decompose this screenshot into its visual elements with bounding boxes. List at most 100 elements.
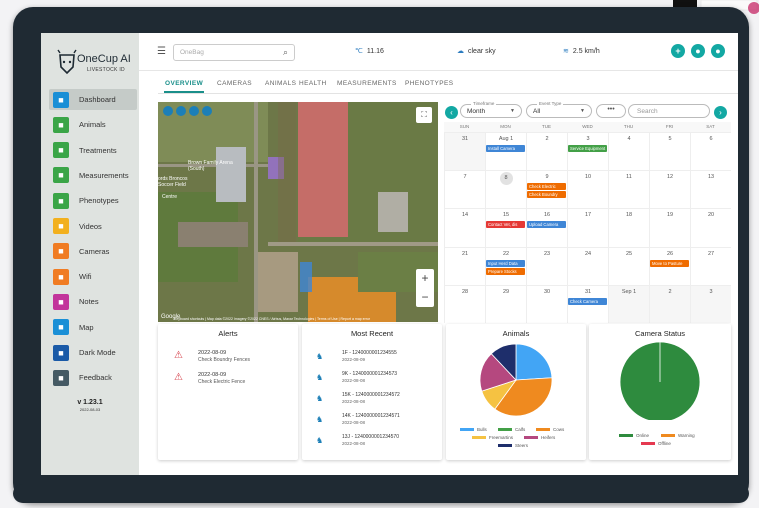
map-draw-button[interactable] [176,106,186,116]
alert-item[interactable]: ⚠ 2022-08-09 Check Boundry Fences [174,350,294,368]
account-button[interactable]: ● [711,44,725,58]
calendar-day-cell[interactable]: 30 [526,284,567,323]
calendar-day-number: Sep 1 [621,288,637,295]
calendar-day-cell[interactable]: 31 [444,132,485,171]
calendar-day-cell[interactable]: 7 [444,170,485,209]
notifications-button[interactable]: ● [691,44,705,58]
recent-animal-item[interactable]: ♞ 1F - 1240000001234555 2022-08-09 [316,350,436,370]
calendar-day-cell[interactable]: 14 [444,208,485,247]
calendar-event[interactable]: Contact Vet, dis [486,221,525,229]
sidebar-item-notes[interactable]: ■ Notes [49,291,137,312]
legend-item-calfs[interactable]: Calfs [498,427,525,432]
fullscreen-icon[interactable]: ⛶ [416,107,432,123]
sidebar-item-videos[interactable]: ■ Videos [49,216,137,237]
calendar-day-cell[interactable]: 10 [567,170,608,209]
tab-phenotypes[interactable]: PHENOTYPES [405,80,453,87]
calendar-day-cell[interactable]: 2 [649,284,690,323]
calendar-day-cell[interactable]: 6 [690,132,731,171]
calendar-event[interactable]: Prepare Stocks [486,267,525,275]
alert-item[interactable]: ⚠ 2022-08-09 Check Electric Fence [174,372,294,390]
calendar-day-cell[interactable]: Sep 1 [608,284,649,323]
calendar-event[interactable]: Input Herd Data [486,259,525,267]
calendar-day-number: 6 [709,136,713,142]
map-layer-button[interactable] [163,106,173,116]
calendar-day-cell[interactable]: 28 [444,284,485,323]
sidebar-item-phenotypes[interactable]: ■ Phenotypes [49,190,137,211]
hamburger-menu-icon[interactable]: ☰ [157,46,166,57]
search-icon[interactable]: ⌕ [283,47,288,58]
calendar-day-number: 26 [666,250,674,257]
calendar-day-cell[interactable]: 4 [608,132,649,171]
sidebar-item-map[interactable]: ■ Map [49,317,137,338]
tab-measurements[interactable]: MEASUREMENTS [337,80,397,87]
map-camera-button[interactable] [202,106,212,116]
calendar-day-cell[interactable]: 25 [608,246,649,285]
tab-cameras[interactable]: CAMERAS [217,80,252,87]
tab-animals[interactable]: ANIMALS [265,80,296,87]
satellite-map[interactable]: ⛶ + − Brown Family Arena (South) ords Br… [158,102,438,322]
sidebar-item-dark-mode[interactable]: ■ Dark Mode [49,342,137,363]
legend-item-offline[interactable]: Offline [641,441,671,446]
warning-icon: ⚠ [174,372,183,383]
zoom-in-button[interactable]: + [416,269,434,288]
calendar-event[interactable]: Service Equipment [568,145,607,152]
calendar-next-button[interactable]: › [714,106,727,119]
recent-animal-item[interactable]: ♞ 9K - 1240000001234573 2022-08-08 [316,371,436,391]
calendar-day-cell[interactable]: 21 [444,246,485,285]
calendar-event[interactable]: Install Camera [486,145,525,152]
add-button[interactable]: + [671,44,685,58]
calendar-day-cell[interactable]: 3 [690,284,731,323]
sidebar-item-label: Dark Mode [79,348,116,357]
legend-swatch [498,444,512,448]
calendar-day-cell[interactable]: 29 [485,284,526,323]
tab-health[interactable]: HEALTH [299,80,327,87]
calendar-search-input[interactable]: Search [628,104,710,118]
timeframe-select[interactable]: Timeframe Month ▼ [460,101,522,118]
calendar-day-cell[interactable]: 24 [567,246,608,285]
legend-item-cows[interactable]: Cows [536,427,564,432]
sidebar-item-dashboard[interactable]: ■ Dashboard [49,89,137,110]
calendar-day-cell[interactable]: 2 [526,132,567,171]
legend-item-heifers[interactable]: Heifers [524,435,555,440]
sidebar-item-wifi[interactable]: ■ Wifi [49,266,137,287]
recent-animal-item[interactable]: ♞ 15K - 1240000001234572 2022-08-08 [316,392,436,412]
calendar-event[interactable]: Check Electric [527,183,566,191]
recent-animal-item[interactable]: ♞ 13J - 1240000001234570 2022-08-08 [316,434,436,454]
legend-item-bulls[interactable]: Bulls [460,427,487,432]
calendar-day-cell[interactable]: 17 [567,208,608,247]
calendar-day-cell[interactable]: 19 [649,208,690,247]
calendar-day-cell[interactable]: 11 [608,170,649,209]
calendar-day-cell[interactable]: 18 [608,208,649,247]
app-logo[interactable]: OneCup AI LIVESTOCK ID [55,47,137,81]
calendar-day-cell[interactable]: 23 [526,246,567,285]
zoom-out-button[interactable]: − [416,288,434,307]
legend-item-freemartins[interactable]: Freemartins [472,435,513,440]
event-type-select[interactable]: Event Type All ▼ [526,101,592,118]
legend-item-warning[interactable]: Warning [661,433,695,438]
calendar-day-cell[interactable]: 12 [649,170,690,209]
calendar-day-cell[interactable]: 20 [690,208,731,247]
more-options-button[interactable]: ••• [596,104,626,118]
calendar-event[interactable]: Check Boundry [527,191,566,199]
calendar-event[interactable]: Check Camera [568,297,607,305]
sidebar-item-treatments[interactable]: ■ Treatments [49,140,137,161]
map-wifi-button[interactable] [189,106,199,116]
calendar-day-cell[interactable]: 27 [690,246,731,285]
calendar-day-cell[interactable]: 13 [690,170,731,209]
legend-item-steers[interactable]: Steers [498,443,528,448]
sidebar-item-cameras[interactable]: ■ Cameras [49,241,137,262]
sidebar-item-animals[interactable]: ■ Animals [49,114,137,135]
legend-item-online[interactable]: Online [619,433,649,438]
tab-overview[interactable]: OVERVIEW [165,80,203,87]
calendar-prev-button[interactable]: ‹ [445,106,458,119]
recent-animal-item[interactable]: ♞ 14K - 1240000001234571 2022-08-08 [316,413,436,433]
map-attribution[interactable]: Keyboard shortcuts | Map data ©2022 Imag… [174,317,370,321]
sidebar-item-feedback[interactable]: ■ Feedback [49,367,137,388]
calendar-event[interactable]: Upload Camera [527,221,566,229]
sidebar-item-measurements[interactable]: ■ Measurements [49,165,137,186]
search-input[interactable]: OneBag ⌕ [173,44,295,61]
calendar-day-cell[interactable]: 8 [485,170,526,209]
calendar-event[interactable]: Move to Pasture [650,259,689,267]
calendar-day-cell[interactable]: 5 [649,132,690,171]
pie-slice-bulls[interactable] [515,343,553,381]
